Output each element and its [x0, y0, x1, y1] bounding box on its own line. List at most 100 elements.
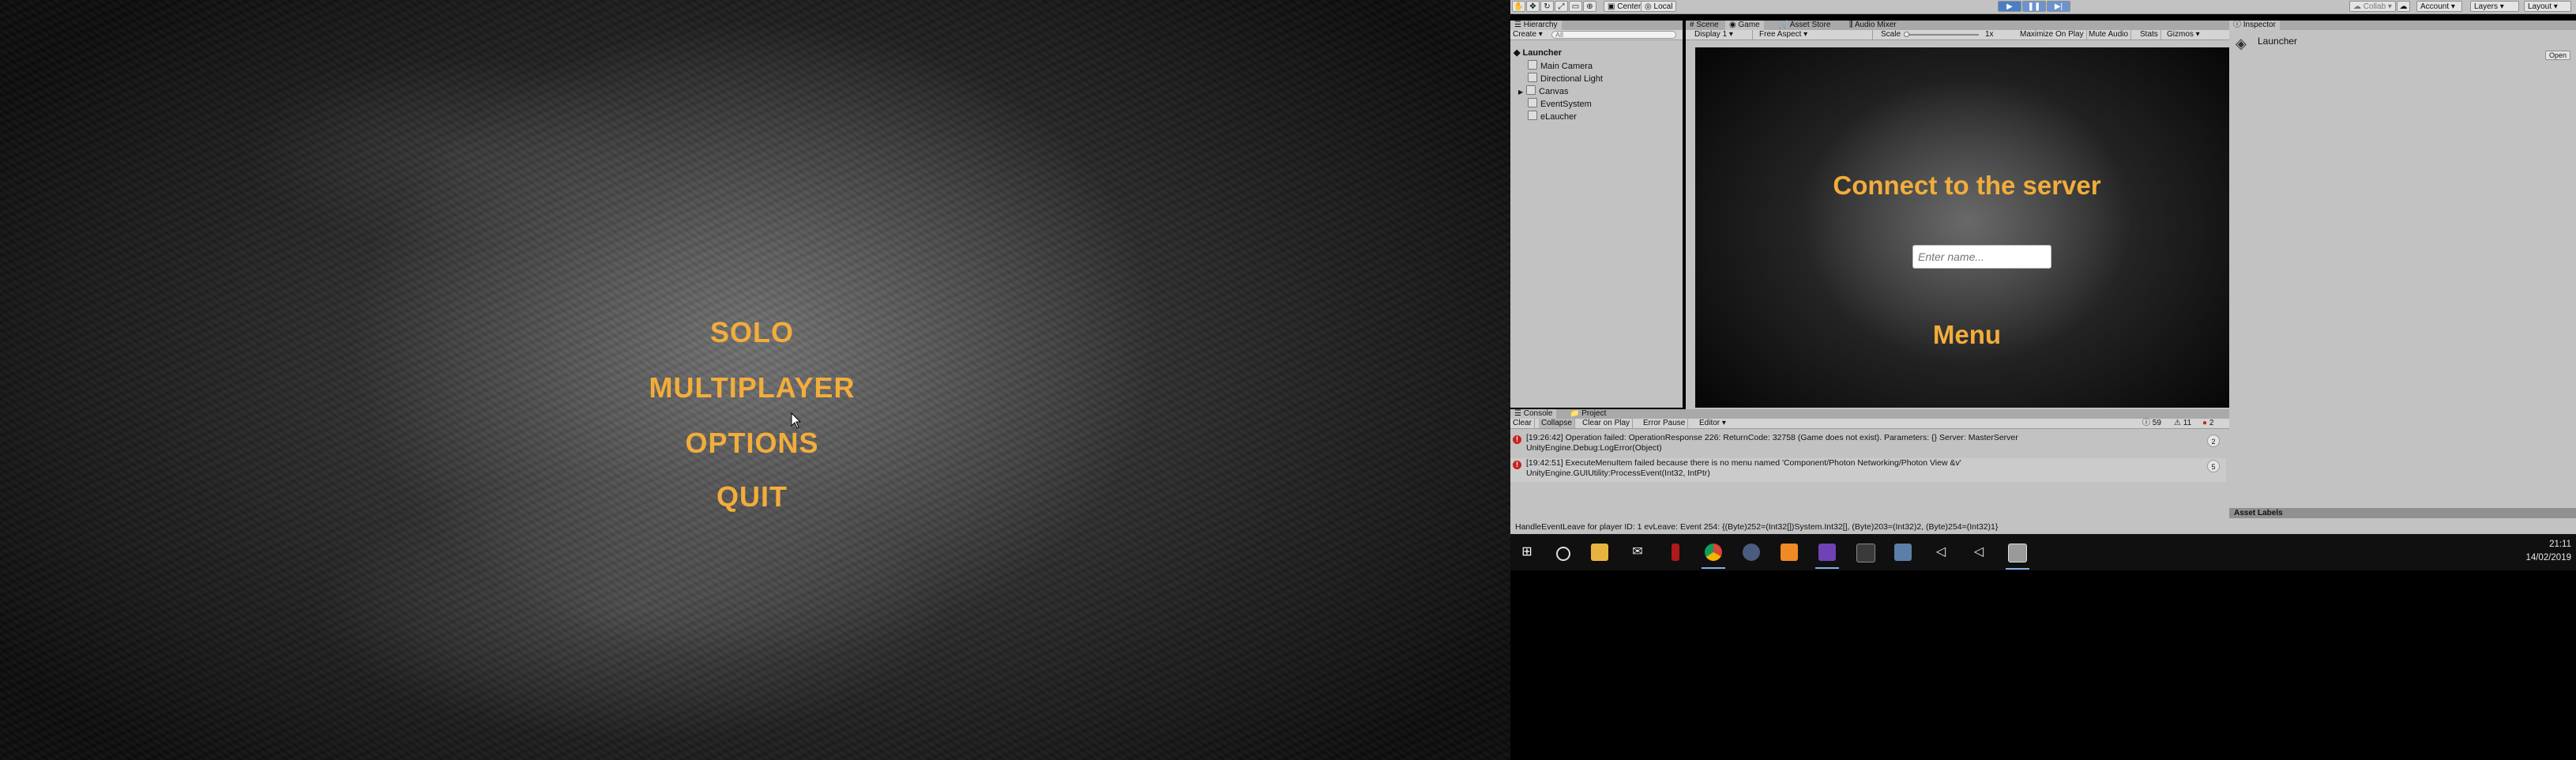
mail-icon[interactable]: ✉ — [1629, 544, 1646, 561]
unity-scene-icon: ◆ — [1514, 48, 1521, 58]
options-button[interactable]: OPTIONS — [0, 427, 1504, 460]
scale-tool-icon[interactable]: ⤢ — [1555, 1, 1568, 12]
cortana-icon[interactable] — [1556, 547, 1570, 561]
account-dropdown[interactable]: Account ▾ — [2416, 1, 2462, 12]
unity-editor-icon[interactable] — [2006, 544, 2029, 570]
expand-arrow-icon[interactable]: ▶ — [1518, 88, 1523, 96]
mute-audio-toggle[interactable]: Mute Audio — [2086, 30, 2132, 40]
inspector-object-name: Launcher — [2258, 36, 2298, 47]
step-button[interactable]: ▶| — [2047, 1, 2070, 12]
rect-tool-icon[interactable]: ▭ — [1569, 1, 1582, 12]
hierarchy-item-label: Main Camera — [1540, 62, 1593, 71]
create-dropdown[interactable]: Create ▾ — [1510, 30, 1545, 40]
collab-label: Collab — [2363, 2, 2386, 11]
game-window: SOLO MULTIPLAYER OPTIONS QUIT — [0, 0, 1510, 760]
asset-labels-bar: Asset Labels — [2229, 508, 2576, 518]
hierarchy-search-input[interactable] — [1551, 31, 1676, 39]
system-clock[interactable]: 21:11 14/02/2019 — [2525, 538, 2571, 565]
hierarchy-tab-label: Hierarchy — [1523, 21, 1558, 29]
pivot-label: Center — [1617, 2, 1641, 11]
scale-slider[interactable] — [1904, 32, 1979, 37]
hand-tool-icon[interactable]: ✋ — [1512, 1, 1525, 12]
app-icon[interactable] — [1856, 544, 1875, 562]
editor-dropdown[interactable]: Editor ▾ — [1697, 419, 1728, 428]
stats-toggle[interactable]: Stats — [2138, 30, 2161, 40]
tab-console[interactable]: ☰ Console — [1510, 409, 1557, 419]
error-pause-toggle[interactable]: Error Pause — [1641, 419, 1689, 428]
error-icon: ● — [2202, 419, 2208, 427]
transform-tool-icon[interactable]: ⊕ — [1583, 1, 1596, 12]
connect-title: Connect to the server — [1833, 171, 2101, 200]
status-bar: HandleEventLeave for player ID: 1 evLeav… — [1510, 520, 2576, 534]
tab-scene[interactable]: # Scene — [1686, 21, 1723, 30]
app-red-icon[interactable] — [1672, 544, 1679, 561]
pause-button[interactable]: ❚❚ — [2022, 1, 2046, 12]
multiplayer-button[interactable]: MULTIPLAYER — [0, 371, 1504, 404]
tab-game[interactable]: ◉ Game — [1725, 21, 1764, 30]
unity-icon[interactable]: ◁ — [1932, 544, 1950, 561]
hierarchy-item-label: EventSystem — [1540, 100, 1592, 109]
menu-label: Menu — [1932, 320, 2002, 349]
layout-dropdown[interactable]: Layout ▾ — [2524, 1, 2571, 12]
pivot-center-toggle[interactable]: ▣ Center — [1604, 1, 1645, 12]
display-dropdown[interactable]: Display 1 ▾ — [1692, 30, 1753, 40]
windows-icon[interactable]: ⊞ — [1518, 544, 1536, 561]
chrome-icon[interactable] — [1702, 544, 1725, 569]
console-entry-count: 5 — [2207, 460, 2220, 472]
gameobject-icon — [1528, 73, 1537, 82]
layers-dropdown[interactable]: Layers ▾ — [2470, 1, 2519, 12]
hierarchy-item[interactable]: eLaucher — [1510, 111, 1683, 122]
aspect-dropdown[interactable]: Free Aspect ▾ — [1757, 30, 1873, 40]
editor-label: Editor — [1699, 419, 1720, 427]
error-count-toggle[interactable]: ● 2 — [2200, 419, 2216, 428]
rotate-tool-icon[interactable]: ↻ — [1540, 1, 1554, 12]
play-button[interactable]: ▶ — [1998, 1, 2021, 12]
sublime-icon[interactable] — [1781, 544, 1798, 561]
cloud-icon[interactable]: ☁ — [2397, 1, 2410, 12]
visual-studio-icon[interactable] — [1815, 544, 1839, 569]
tab-project[interactable]: 📁 Project — [1566, 409, 1610, 419]
layout-label: Layout — [2528, 2, 2552, 11]
app-window-icon[interactable] — [1894, 544, 1912, 561]
console-entry-trace: UnityEngine.Debug:LogError(Object) — [1526, 443, 1662, 453]
pivot-local-toggle[interactable]: ◎ Local — [1641, 1, 1677, 12]
inspector-tabbar: ⓘ Inspector — [2229, 21, 2576, 30]
quit-button[interactable]: QUIT — [0, 480, 1504, 514]
warning-count-toggle[interactable]: ⚠ 11 — [2172, 419, 2194, 428]
collapse-toggle[interactable]: Collapse — [1539, 419, 1575, 428]
log-count-toggle[interactable]: ⓘ 59 — [2140, 419, 2164, 428]
open-button[interactable]: Open — [2545, 51, 2571, 60]
tab-inspector[interactable]: ⓘ Inspector — [2229, 21, 2280, 30]
clear-on-play-toggle[interactable]: Clear on Play — [1580, 419, 1634, 428]
hierarchy-item[interactable]: EventSystem — [1510, 98, 1683, 110]
console-entry[interactable]: ! [19:42:51] ExecuteMenuItem failed beca… — [1510, 458, 2226, 482]
hierarchy-item[interactable]: Directional Light — [1510, 73, 1683, 85]
console-entry[interactable]: ! [19:26:42] Operation failed: Operation… — [1510, 433, 2226, 457]
console-entry-count: 2 — [2207, 435, 2220, 447]
hierarchy-item[interactable]: Main Camera — [1510, 60, 1683, 72]
move-tool-icon[interactable]: ✥ — [1526, 1, 1540, 12]
account-label: Account — [2420, 2, 2450, 11]
file-explorer-icon[interactable] — [1591, 544, 1608, 561]
gizmos-label: Gizmos — [2167, 30, 2194, 39]
collab-dropdown[interactable]: ☁ Collab ▾ — [2349, 1, 2396, 12]
tab-audio-mixer[interactable]: ⫼ Audio Mixer — [1845, 21, 1901, 30]
console-entry-trace: UnityEngine.GUIUtility:ProcessEvent(Int3… — [1526, 468, 1710, 478]
steam-icon[interactable] — [1743, 544, 1760, 561]
unity-icon-2[interactable]: ◁ — [1970, 544, 1987, 561]
maximize-on-play-toggle[interactable]: Maximize On Play — [2018, 30, 2087, 40]
tab-hierarchy[interactable]: ☰ Hierarchy — [1510, 21, 1562, 30]
scale-slider-thumb[interactable] — [1904, 32, 1909, 37]
console-toolbar: Clear Collapse Clear on Play Error Pause… — [1510, 419, 2229, 429]
solo-button[interactable]: SOLO — [0, 316, 1504, 349]
tab-asset-store[interactable]: 🛒 Asset Store — [1774, 21, 1834, 30]
hierarchy-tabbar: ☰ Hierarchy — [1510, 21, 1683, 30]
hierarchy-item[interactable]: ▶ Canvas — [1510, 85, 1683, 97]
scene-row[interactable]: ◆ Launcher — [1510, 47, 1683, 59]
error-icon: ! — [1513, 435, 1521, 444]
clear-button[interactable]: Clear — [1510, 419, 1535, 428]
gizmos-dropdown[interactable]: Gizmos ▾ — [2164, 30, 2202, 40]
inspector-panel: ⓘ Inspector ◈ Launcher Open — [2229, 21, 2576, 534]
scene-name: Launcher — [1522, 48, 1563, 58]
name-input[interactable] — [1912, 245, 2051, 269]
